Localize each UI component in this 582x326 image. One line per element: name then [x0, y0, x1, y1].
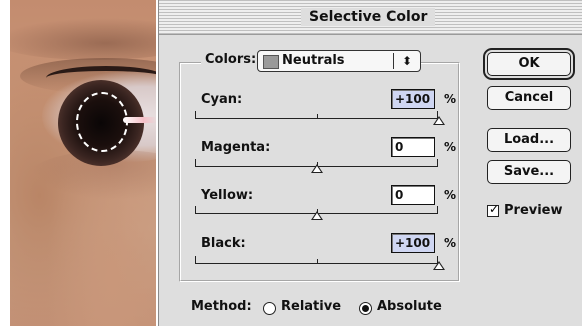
selective-color-dialog: Selective Color Colors: Neutrals ⬍ Cyan:… — [158, 0, 582, 326]
cyan-field[interactable]: +100 — [391, 89, 435, 109]
save-button[interactable]: Save... — [487, 160, 571, 184]
method-label: Method: — [191, 299, 252, 314]
black-slider-midtick — [317, 259, 318, 263]
colors-popup-value: Neutrals — [282, 53, 345, 68]
dialog-title: Selective Color — [301, 8, 436, 26]
relative-label: Relative — [281, 299, 342, 314]
eyebrow-shading — [10, 18, 156, 60]
black-slider-thumb[interactable] — [433, 261, 445, 270]
checkmark-icon: ✓ — [489, 202, 500, 216]
relative-radio[interactable] — [263, 302, 276, 315]
yellow-slider-thumb[interactable] — [311, 211, 323, 220]
cyan-percent: % — [444, 92, 457, 106]
absolute-label: Absolute — [377, 299, 442, 314]
black-slider-track[interactable] — [195, 256, 438, 264]
preview-checkbox[interactable]: ✓ — [487, 202, 500, 217]
pupil-selection-marquee — [76, 92, 128, 152]
magenta-slider-thumb[interactable] — [311, 164, 323, 173]
cyan-slider-thumb[interactable] — [433, 116, 445, 125]
neutrals-swatch — [263, 55, 279, 69]
cancel-button[interactable]: Cancel — [487, 86, 571, 110]
ok-button[interactable]: OK — [483, 48, 575, 80]
yellow-field[interactable]: 0 — [391, 185, 435, 205]
magenta-field[interactable]: 0 — [391, 137, 435, 157]
colors-label: Colors: — [201, 52, 261, 67]
cyan-slider-track[interactable] — [195, 111, 438, 119]
black-label: Black: — [201, 236, 246, 251]
colors-popup-menu[interactable]: Neutrals ⬍ — [257, 50, 421, 72]
absolute-radio[interactable] — [359, 302, 372, 315]
popup-divider — [393, 53, 394, 69]
yellow-label: Yellow: — [201, 188, 254, 203]
cyan-slider-midtick — [317, 114, 318, 118]
up-down-arrows-icon: ⬍ — [401, 54, 412, 68]
cyan-label: Cyan: — [201, 92, 243, 107]
yellow-percent: % — [444, 188, 457, 202]
load-button[interactable]: Load... — [487, 128, 571, 152]
black-field[interactable]: +100 — [391, 233, 435, 253]
photo-preview — [10, 0, 156, 326]
eyelash-line — [46, 66, 156, 90]
magenta-label: Magenta: — [201, 140, 271, 155]
preview-label: Preview — [504, 203, 563, 218]
eye-highlight — [123, 117, 156, 123]
magenta-percent: % — [444, 140, 457, 154]
dialog-title-bar[interactable]: Selective Color — [159, 0, 582, 35]
black-percent: % — [444, 236, 457, 250]
